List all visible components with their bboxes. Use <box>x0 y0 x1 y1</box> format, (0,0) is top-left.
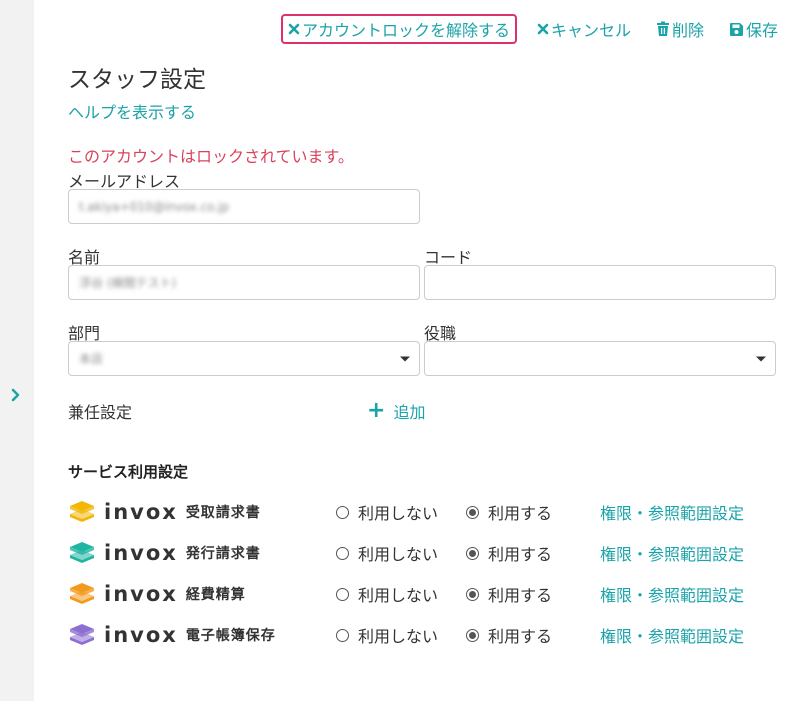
save-button[interactable]: 保存 <box>729 17 778 41</box>
radio-not-use[interactable]: 利用しない <box>336 621 438 649</box>
code-field[interactable] <box>424 265 776 300</box>
radio-not-use-label: 利用しない <box>358 627 439 646</box>
email-field[interactable]: t.akiya+010@invox.co.jp <box>68 189 420 224</box>
radio-circle <box>336 587 349 601</box>
permission-settings-link[interactable]: 権限・参照範囲設定 <box>600 621 744 649</box>
permission-settings-link[interactable]: 権限・参照範囲設定 <box>600 539 744 567</box>
save-icon <box>729 22 744 37</box>
permission-settings-link[interactable]: 権限・参照範囲設定 <box>600 580 744 608</box>
service-logo: invox 発行請求書 <box>68 539 261 567</box>
delete-button[interactable]: 削除 <box>656 17 704 41</box>
close-icon <box>288 23 300 35</box>
service-row: invox 経費精算 利用しない 利用する 権限・参照範囲設定 <box>68 580 768 608</box>
radio-circle <box>336 546 349 560</box>
service-brand: invox <box>104 541 178 565</box>
radio-not-use[interactable]: 利用しない <box>336 498 438 526</box>
stack-logo-icon <box>70 624 94 645</box>
service-name: 発行請求書 <box>185 546 261 562</box>
left-sidebar <box>0 0 34 701</box>
service-logo: invox 受取請求書 <box>68 498 261 526</box>
radio-use-label: 利用する <box>488 504 553 523</box>
radio-not-use-label: 利用しない <box>358 504 439 523</box>
service-brand: invox <box>104 582 178 606</box>
expand-sidebar-button[interactable] <box>6 384 26 406</box>
radio-use[interactable]: 利用する <box>466 498 552 526</box>
radio-use[interactable]: 利用する <box>466 621 552 649</box>
delete-label: 削除 <box>671 21 704 40</box>
service-row: invox 電子帳簿保存 利用しない 利用する 権限・参照範囲設定 <box>68 621 768 649</box>
radio-use-label: 利用する <box>488 545 553 564</box>
service-name: 電子帳簿保存 <box>185 628 276 644</box>
radio-use-label: 利用する <box>488 586 553 605</box>
radio-not-use[interactable]: 利用しない <box>336 580 438 608</box>
service-row: invox 受取請求書 利用しない 利用する 権限・参照範囲設定 <box>68 498 768 526</box>
unlock-account-label: アカウントロックを解除する <box>301 21 510 40</box>
radio-circle <box>466 505 479 519</box>
close-icon <box>537 23 549 35</box>
concurrent-post-label: 兼任設定 <box>68 403 133 422</box>
radio-not-use[interactable]: 利用しない <box>336 539 438 567</box>
radio-use-label: 利用する <box>488 627 553 646</box>
help-link[interactable]: ヘルプを表示する <box>68 99 196 123</box>
radio-circle <box>336 505 349 519</box>
page-title: スタッフ設定 <box>68 67 206 93</box>
caret-down-icon <box>400 356 410 361</box>
service-row: invox 発行請求書 利用しない 利用する 権限・参照範囲設定 <box>68 539 768 567</box>
radio-circle <box>466 546 479 560</box>
department-select[interactable]: 本店 <box>68 341 420 376</box>
service-logo: invox 経費精算 <box>68 580 246 608</box>
service-brand: invox <box>104 500 178 524</box>
save-label: 保存 <box>745 21 778 40</box>
radio-use[interactable]: 利用する <box>466 580 552 608</box>
radio-not-use-label: 利用しない <box>358 586 439 605</box>
radio-circle <box>466 628 479 642</box>
name-value: 浮谷 (検閲テスト) <box>79 276 177 290</box>
unlock-account-button[interactable]: アカウントロックを解除する <box>280 14 517 44</box>
email-value: t.akiya+010@invox.co.jp <box>79 199 229 214</box>
add-label: 追加 <box>393 403 426 422</box>
permission-settings-link[interactable]: 権限・参照範囲設定 <box>600 498 744 526</box>
toolbar: アカウントロックを解除する キャンセル 削除 保存 <box>280 14 778 44</box>
radio-not-use-label: 利用しない <box>358 545 439 564</box>
radio-circle <box>336 628 349 642</box>
service-name: 経費精算 <box>185 587 246 603</box>
radio-use[interactable]: 利用する <box>466 539 552 567</box>
service-settings-title: サービス利用設定 <box>68 463 189 481</box>
plus-icon: + <box>367 398 386 423</box>
add-concurrent-post-button[interactable]: + 追加 <box>367 399 425 423</box>
radio-circle <box>466 587 479 601</box>
cancel-button[interactable]: キャンセル <box>537 17 631 41</box>
position-select[interactable] <box>424 341 776 376</box>
department-value: 本店 <box>79 352 104 366</box>
stack-logo-icon <box>70 542 94 563</box>
service-name: 受取請求書 <box>185 505 261 521</box>
chevron-right-icon <box>11 388 20 402</box>
name-field[interactable]: 浮谷 (検閲テスト) <box>68 265 420 300</box>
caret-down-icon <box>756 356 766 361</box>
stack-logo-icon <box>70 583 94 604</box>
service-logo: invox 電子帳簿保存 <box>68 621 276 649</box>
trash-icon <box>656 21 670 37</box>
cancel-label: キャンセル <box>550 21 631 40</box>
account-locked-message: このアカウントはロックされています。 <box>68 147 354 166</box>
service-brand: invox <box>104 623 178 647</box>
stack-logo-icon <box>70 501 94 522</box>
